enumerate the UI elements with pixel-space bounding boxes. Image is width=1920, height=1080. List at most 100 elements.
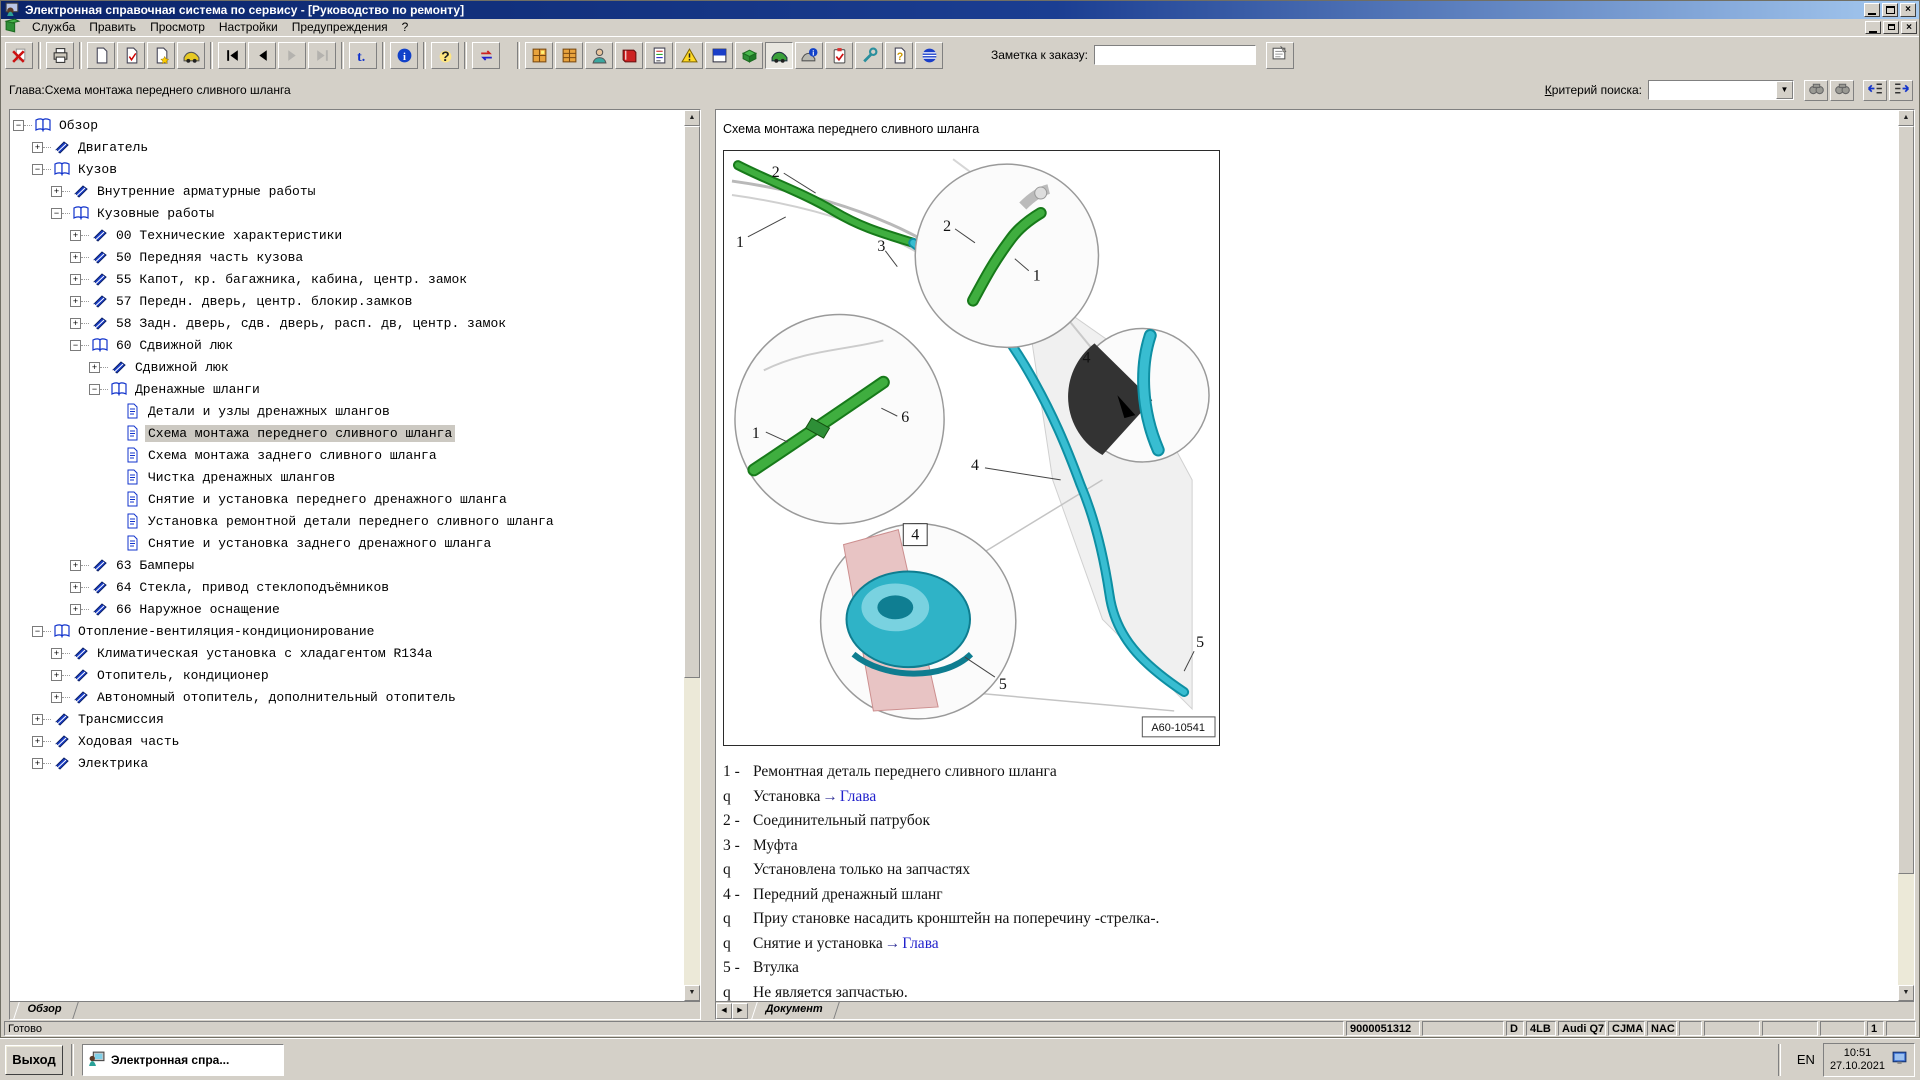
tree-item-label[interactable]: Сдвижной люк bbox=[132, 359, 232, 376]
search-down-button[interactable] bbox=[1830, 80, 1854, 101]
jump-forward-button[interactable] bbox=[1889, 80, 1913, 101]
tab-scroll-right-button[interactable]: ▶ bbox=[732, 1003, 748, 1019]
page-edit-button[interactable] bbox=[117, 42, 145, 69]
tree-item-label[interactable]: Внутренние арматурные работы bbox=[94, 183, 318, 200]
nav-first-button[interactable] bbox=[218, 42, 246, 69]
refresh-button[interactable] bbox=[472, 42, 500, 69]
tree-item[interactable]: Схема монтажа заднего сливного шланга bbox=[13, 444, 684, 466]
collapse-icon[interactable]: − bbox=[32, 164, 43, 175]
expand-icon[interactable]: + bbox=[32, 736, 43, 747]
tree-item[interactable]: + Внутренние арматурные работы bbox=[13, 180, 684, 202]
menu-item-2[interactable]: Править bbox=[82, 19, 143, 35]
menu-item-5[interactable]: Предупреждения bbox=[285, 19, 395, 35]
tree-item[interactable]: +Автономный отопитель, дополнительный от… bbox=[13, 686, 684, 708]
tree-item-label[interactable]: Установка ремонтной детали переднего сли… bbox=[145, 513, 557, 530]
tree-scrollbar[interactable]: ▲ ▼ bbox=[684, 110, 700, 1001]
expand-icon[interactable]: + bbox=[70, 252, 81, 263]
collapse-icon[interactable]: − bbox=[89, 384, 100, 395]
tree-item[interactable]: +58 Задн. дверь, сдв. дверь, расп. дв, ц… bbox=[13, 312, 684, 334]
tree-item[interactable]: +Трансмиссия bbox=[13, 708, 684, 730]
tree-item-label[interactable]: Климатическая установка с хладагентом R1… bbox=[94, 645, 435, 662]
print-button[interactable] bbox=[46, 42, 74, 69]
expand-icon[interactable]: + bbox=[51, 186, 62, 197]
scroll-thumb[interactable] bbox=[684, 126, 700, 678]
nav-prev-button[interactable] bbox=[248, 42, 276, 69]
tree-item[interactable]: +00 Технические характеристики bbox=[13, 224, 684, 246]
language-indicator[interactable]: EN bbox=[1789, 1052, 1823, 1067]
expand-icon[interactable]: + bbox=[70, 560, 81, 571]
tab-scroll-left-button[interactable]: ◀ bbox=[716, 1003, 732, 1019]
menu-item-6[interactable]: ? bbox=[395, 19, 416, 35]
tree-item-label[interactable]: 50 Передняя часть кузова bbox=[113, 249, 306, 266]
help-button[interactable]: ? bbox=[431, 42, 459, 69]
tree-item[interactable]: Установка ремонтной детали переднего сли… bbox=[13, 510, 684, 532]
expand-icon[interactable]: + bbox=[70, 230, 81, 241]
collapse-icon[interactable]: − bbox=[70, 340, 81, 351]
tree-item-label[interactable]: 57 Передн. дверь, центр. блокир.замков bbox=[113, 293, 415, 310]
tree-item[interactable]: + Климатическая установка с хладагентом R… bbox=[13, 642, 684, 664]
tree-item[interactable]: +64 Стекла, привод стеклоподъёмников bbox=[13, 576, 684, 598]
tree-item[interactable]: Снятие и установка переднего дренажного … bbox=[13, 488, 684, 510]
info-button[interactable]: i bbox=[390, 42, 418, 69]
car-active-button[interactable] bbox=[765, 42, 793, 69]
collapse-icon[interactable]: − bbox=[32, 626, 43, 637]
tree-item-label[interactable]: Обзор bbox=[56, 117, 101, 134]
red-book-button[interactable] bbox=[615, 42, 643, 69]
tree-item[interactable]: −Дренажные шланги bbox=[13, 378, 684, 400]
maximize-button[interactable] bbox=[1882, 3, 1898, 17]
tree-item-label[interactable]: Детали и узлы дренажных шлангов bbox=[145, 403, 393, 420]
tree-item[interactable]: Снятие и установка заднего дренажного шл… bbox=[13, 532, 684, 554]
scroll-up-button[interactable]: ▲ bbox=[684, 110, 700, 126]
menu-item-3[interactable]: Просмотр bbox=[143, 19, 212, 35]
checklist-button[interactable] bbox=[825, 42, 853, 69]
close-button[interactable]: × bbox=[1900, 3, 1916, 17]
tree-item[interactable]: +66 Наружное оснащение bbox=[13, 598, 684, 620]
tree-item-label[interactable]: Кузовные работы bbox=[94, 205, 217, 222]
monitor-tray-icon[interactable] bbox=[1891, 1049, 1908, 1071]
menu-item-1[interactable]: Служба bbox=[25, 19, 82, 35]
scroll-thumb[interactable] bbox=[1898, 126, 1914, 874]
expand-icon[interactable]: + bbox=[51, 692, 62, 703]
expand-icon[interactable]: + bbox=[32, 714, 43, 725]
chapter-link[interactable]: Глава bbox=[902, 935, 938, 953]
tree-item-label[interactable]: 55 Капот, кр. багажника, кабина, центр. … bbox=[113, 271, 470, 288]
minimize-button[interactable] bbox=[1864, 3, 1880, 17]
expand-icon[interactable]: + bbox=[32, 142, 43, 153]
tree-item-label[interactable]: 63 Бамперы bbox=[113, 557, 197, 574]
tree-item-label[interactable]: Кузов bbox=[75, 161, 120, 178]
page-new-button[interactable] bbox=[147, 42, 175, 69]
tree-item[interactable]: −Обзор bbox=[13, 114, 684, 136]
catalog2-button[interactable] bbox=[555, 42, 583, 69]
tree-item-label[interactable]: 66 Наружное оснащение bbox=[113, 601, 283, 618]
tree-item[interactable]: +57 Передн. дверь, центр. блокир.замков bbox=[13, 290, 684, 312]
tree-item-label[interactable]: Снятие и установка заднего дренажного шл… bbox=[145, 535, 494, 552]
tree-item-label[interactable]: Схема монтажа переднего сливного шланга bbox=[145, 425, 455, 442]
expand-icon[interactable]: + bbox=[70, 604, 81, 615]
expand-icon[interactable]: + bbox=[51, 648, 62, 659]
scroll-up-button[interactable]: ▲ bbox=[1898, 110, 1914, 126]
mdi-close-button[interactable]: × bbox=[1901, 21, 1917, 34]
tools-button[interactable] bbox=[855, 42, 883, 69]
tab-document[interactable]: Документ bbox=[751, 1002, 840, 1019]
tree-item-label[interactable]: 00 Технические характеристики bbox=[113, 227, 345, 244]
document-scrollbar[interactable]: ▲ ▼ bbox=[1898, 110, 1914, 1001]
scroll-down-button[interactable]: ▼ bbox=[1898, 985, 1914, 1001]
scroll-down-button[interactable]: ▼ bbox=[684, 985, 700, 1001]
tab-overview[interactable]: Обзор bbox=[13, 1002, 79, 1019]
tree-item[interactable]: −Кузовные работы bbox=[13, 202, 684, 224]
expand-icon[interactable]: + bbox=[51, 670, 62, 681]
tree-item-label[interactable]: 58 Задн. дверь, сдв. дверь, расп. дв, це… bbox=[113, 315, 509, 332]
tree-item[interactable]: +Отопитель, кондиционер bbox=[13, 664, 684, 686]
nav-next-button[interactable] bbox=[278, 42, 306, 69]
tree-item-label[interactable]: Ходовая часть bbox=[75, 733, 182, 750]
order-note-button[interactable] bbox=[1266, 42, 1294, 69]
expand-icon[interactable]: + bbox=[70, 318, 81, 329]
tree-item-label[interactable]: Электрика bbox=[75, 755, 151, 772]
chapter-link[interactable]: Глава bbox=[840, 788, 876, 806]
expand-icon[interactable]: + bbox=[70, 274, 81, 285]
tree-item[interactable]: Детали и узлы дренажных шлангов bbox=[13, 400, 684, 422]
order-note-input[interactable] bbox=[1094, 45, 1256, 65]
flag-button[interactable] bbox=[705, 42, 733, 69]
tree-item-label[interactable]: Снятие и установка переднего дренажного … bbox=[145, 491, 510, 508]
green-box-button[interactable] bbox=[735, 42, 763, 69]
